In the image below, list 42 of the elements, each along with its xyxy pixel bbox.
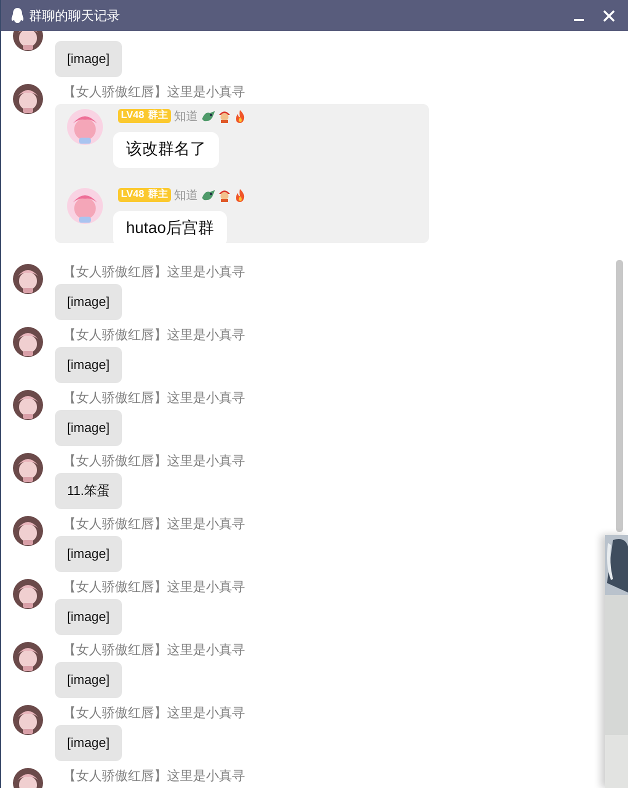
figure-icon — [217, 109, 232, 123]
message-bubble: [image] — [55, 536, 122, 572]
sender-name: 【女人骄傲红唇】这里是小真寻 — [62, 579, 245, 595]
message-bubble: [image] — [55, 410, 122, 446]
sender-name: 【女人骄傲红唇】这里是小真寻 — [62, 642, 245, 658]
penguin-icon — [11, 8, 24, 24]
sender-name: 知道 — [174, 110, 198, 122]
message-bubble: hutao后宫群 — [113, 211, 228, 243]
avatar — [13, 390, 43, 420]
sender-name: 【女人骄傲红唇】这里是小真寻 — [62, 705, 245, 721]
scrollbar[interactable] — [616, 260, 623, 532]
avatar — [13, 516, 43, 546]
sender-name: 【女人骄傲红唇】这里是小真寻 — [62, 327, 245, 343]
message-bubble: [image] — [55, 347, 122, 383]
avatar — [13, 453, 43, 483]
message-bubble: [image] — [55, 599, 122, 635]
avatar — [13, 264, 43, 294]
avatar — [13, 84, 43, 114]
avatar — [13, 642, 43, 672]
sender-name: 【女人骄傲红唇】这里是小真寻 — [62, 768, 245, 784]
message-bubble: [image] — [55, 41, 122, 77]
window-title: 群聊的聊天记录 — [29, 6, 120, 25]
sender-name: 【女人骄傲红唇】这里是小真寻 — [62, 84, 246, 100]
sender-name: 【女人骄傲红唇】这里是小真寻 — [62, 390, 245, 406]
sender-name: 【女人骄傲红唇】这里是小真寻 — [62, 516, 245, 532]
close-icon — [603, 10, 615, 22]
avatar — [13, 705, 43, 735]
level-badge: LV48 群主 — [118, 188, 172, 202]
sender-name: 【女人骄傲红唇】这里是小真寻 — [62, 264, 245, 280]
sender-name: 【女人骄傲红唇】这里是小真寻 — [62, 453, 245, 469]
message-bubble: 11.笨蛋 — [55, 473, 122, 509]
avatar — [67, 188, 103, 224]
message-bubble: [image] — [55, 725, 122, 761]
level-badge: LV48 群主 — [118, 109, 172, 123]
figure-icon — [217, 188, 232, 202]
message-bubble: [image] — [55, 284, 122, 320]
avatar — [13, 579, 43, 609]
message-bubble: [image] — [55, 662, 122, 698]
avatar — [13, 327, 43, 357]
sender-name: 知道 — [174, 189, 198, 201]
message-bubble: 该改群名了 — [113, 132, 219, 168]
avatar — [67, 109, 103, 145]
